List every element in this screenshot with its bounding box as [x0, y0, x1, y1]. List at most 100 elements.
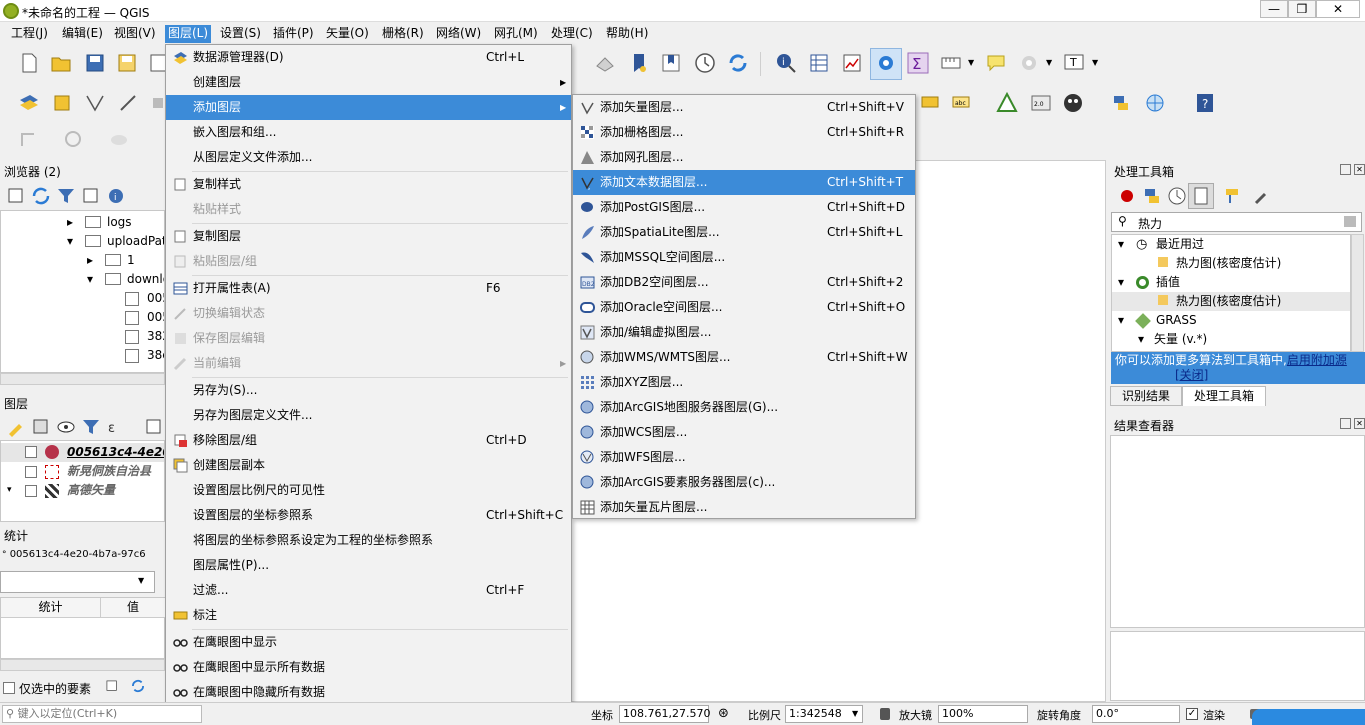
menu-item-save-edits[interactable]: 保存图层编辑 — [166, 326, 571, 351]
layer-checkbox[interactable] — [25, 446, 37, 458]
menu-item-remove-layer[interactable]: 移除图层/组 Ctrl+D — [166, 428, 571, 453]
submenu-item-add-mssql[interactable]: 添加MSSQL空间图层... — [573, 245, 915, 270]
layer-item[interactable]: 005613c4-4e20 — [67, 443, 164, 462]
open-project-icon[interactable] — [50, 52, 72, 74]
identify-features-icon[interactable]: i — [775, 52, 797, 74]
menu-view[interactable]: 视图(V) — [111, 25, 159, 43]
edit-features-icon[interactable] — [1222, 185, 1244, 207]
show-bookmarks-icon[interactable] — [660, 52, 682, 74]
models-gear-icon[interactable] — [1116, 185, 1138, 207]
close-button[interactable]: ✕ — [1316, 0, 1360, 18]
data-source-manager-icon[interactable] — [18, 92, 40, 114]
menu-item-show-in-overview[interactable]: 在鹰眼图中显示 — [166, 630, 571, 655]
submenu-item-add-wcs[interactable]: 添加WCS图层... — [573, 420, 915, 445]
save-project-icon[interactable] — [84, 52, 106, 74]
chevron-down-icon[interactable]: ▼ — [968, 58, 974, 67]
clear-search-icon[interactable] — [1344, 216, 1356, 227]
render-checkbox[interactable]: ✓ — [1186, 708, 1198, 720]
menu-item-save-as-definition[interactable]: 另存为图层定义文件... — [166, 403, 571, 428]
menu-vector[interactable]: 矢量(O) — [323, 25, 372, 43]
menu-item-set-project-crs[interactable]: 将图层的坐标参照系设定为工程的坐标参照系 — [166, 528, 571, 553]
refresh-icon[interactable] — [30, 185, 52, 207]
settings-gear-icon[interactable] — [1018, 52, 1040, 74]
add-selected-icon[interactable] — [5, 185, 27, 207]
submenu-item-add-virtual[interactable]: 添加/编辑虚拟图层... — [573, 320, 915, 345]
python-console-icon[interactable] — [1110, 92, 1132, 114]
layer-checkbox[interactable] — [25, 485, 37, 497]
menu-item-filter[interactable]: 过滤... Ctrl+F — [166, 578, 571, 603]
stats-col-header[interactable]: 统计 — [1, 598, 101, 618]
sum-icon[interactable]: Σ — [907, 52, 929, 74]
menu-project[interactable]: 工程(J) — [8, 25, 51, 43]
toolbox-group-grass[interactable]: GRASS — [1156, 311, 1197, 330]
menu-network[interactable]: 网络(W) — [433, 25, 484, 43]
menu-item-copy-layer[interactable]: 复制图层 — [166, 224, 571, 249]
enable-sources-link[interactable]: 启用附加源 — [1287, 353, 1347, 367]
text-annotation-icon[interactable]: T — [1063, 52, 1085, 74]
menu-edit[interactable]: 编辑(E) — [59, 25, 106, 43]
browser-item-uploadpath[interactable]: uploadPat — [107, 232, 164, 251]
menu-item-duplicate-layer[interactable]: 创建图层副本 — [166, 453, 571, 478]
minimize-button[interactable]: — — [1260, 0, 1288, 18]
submenu-item-add-xyz[interactable]: 添加XYZ图层... — [573, 370, 915, 395]
add-point-icon[interactable] — [18, 128, 40, 150]
new-shapefile-icon[interactable] — [84, 92, 106, 114]
tree-collapse-icon[interactable]: ▾ — [7, 481, 12, 500]
menu-item-open-attribute-table[interactable]: 打开属性表(A) F6 — [166, 276, 571, 301]
browser-item-file[interactable]: 382 — [147, 327, 164, 346]
expression-filter-icon[interactable]: ε — [105, 416, 127, 438]
menu-item-copy-style[interactable]: 复制样式 — [166, 172, 571, 197]
tree-expand-icon[interactable]: ▸ — [87, 251, 93, 270]
tab-processing-toolbox[interactable]: 处理工具箱 — [1182, 386, 1266, 406]
submenu-item-add-spatialite[interactable]: 添加SpatiaLite图层... Ctrl+Shift+L — [573, 220, 915, 245]
submenu-item-add-postgis[interactable]: 添加PostGIS图层... Ctrl+Shift+D — [573, 195, 915, 220]
menu-processing[interactable]: 处理(C) — [548, 25, 596, 43]
menu-settings[interactable]: 设置(S) — [217, 25, 264, 43]
label-abc-icon[interactable]: abc — [951, 92, 973, 114]
stats-layer-selector[interactable]: ° 005613c4-4e20-4b7a-97c6 — [2, 546, 165, 566]
layer-item[interactable]: 新晃侗族自治县 — [67, 462, 151, 481]
select-features-icon[interactable] — [594, 52, 616, 74]
float-panel-icon[interactable] — [1340, 164, 1351, 175]
horizontal-scrollbar[interactable] — [0, 373, 165, 385]
menu-item-add-from-definition[interactable]: 从图层定义文件添加... — [166, 145, 571, 170]
menu-item-save-as[interactable]: 另存为(S)... — [166, 378, 571, 403]
menu-item-paste-layer[interactable]: 粘贴图层/组 — [166, 249, 571, 274]
menu-item-layer-properties[interactable]: 图层属性(P)... — [166, 553, 571, 578]
browser-item-file[interactable]: 005 — [147, 308, 164, 327]
new-geopackage-icon[interactable] — [51, 92, 73, 114]
menu-item-current-edits[interactable]: 当前编辑 ▶ — [166, 351, 571, 376]
float-panel-icon[interactable] — [1340, 418, 1351, 429]
mascot-icon[interactable] — [1062, 92, 1084, 114]
submenu-item-add-wms[interactable]: 添加WMS/WMTS图层... Ctrl+Shift+W — [573, 345, 915, 370]
stats-col-header[interactable]: 值 — [101, 598, 165, 618]
toolbox-group-recent[interactable]: 最近用过 — [1156, 235, 1204, 254]
tree-collapse-icon[interactable]: ▾ — [1138, 330, 1144, 349]
submenu-item-add-arcgis-map[interactable]: 添加ArcGIS地图服务器图层(G)... — [573, 395, 915, 420]
menu-item-set-layer-crs[interactable]: 设置图层的坐标参照系 Ctrl+Shift+C — [166, 503, 571, 528]
submenu-item-add-raster[interactable]: 添加栅格图层... Ctrl+Shift+R — [573, 120, 915, 145]
menu-item-scale-visibility[interactable]: 设置图层比例尺的可见性 — [166, 478, 571, 503]
bookmark-icon[interactable] — [628, 52, 650, 74]
refresh-icon[interactable] — [130, 678, 146, 694]
menu-item-data-source-manager[interactable]: 数据源管理器(D) Ctrl+L — [166, 45, 571, 70]
menu-plugins[interactable]: 插件(P) — [270, 25, 317, 43]
refresh-icon[interactable] — [727, 52, 749, 74]
help-icon[interactable]: ? — [1194, 92, 1216, 114]
style-brush-icon[interactable] — [5, 416, 27, 438]
menu-raster[interactable]: 栅格(R) — [379, 25, 427, 43]
add-cloud-icon[interactable] — [108, 128, 130, 150]
browser-item-file[interactable]: 38e — [147, 346, 164, 365]
submenu-item-add-db2[interactable]: DB2 添加DB2空间图层... Ctrl+Shift+2 — [573, 270, 915, 295]
horizontal-scrollbar[interactable] — [0, 659, 165, 671]
chevron-down-icon[interactable]: ▼ — [1092, 58, 1098, 67]
submenu-item-add-oracle[interactable]: 添加Oracle空间图层... Ctrl+Shift+O — [573, 295, 915, 320]
submenu-item-add-vector-tile[interactable]: 添加矢量瓦片图层... — [573, 495, 915, 520]
options-wrench-icon[interactable] — [1252, 185, 1274, 207]
tree-collapse-icon[interactable]: ▾ — [1118, 235, 1124, 254]
tree-collapse-icon[interactable]: ▾ — [1118, 311, 1124, 330]
label-triangle-icon[interactable] — [996, 92, 1018, 114]
save-as-icon[interactable] — [116, 52, 138, 74]
chevron-down-icon[interactable]: ▼ — [1046, 58, 1052, 67]
info-icon[interactable]: i — [105, 185, 127, 207]
